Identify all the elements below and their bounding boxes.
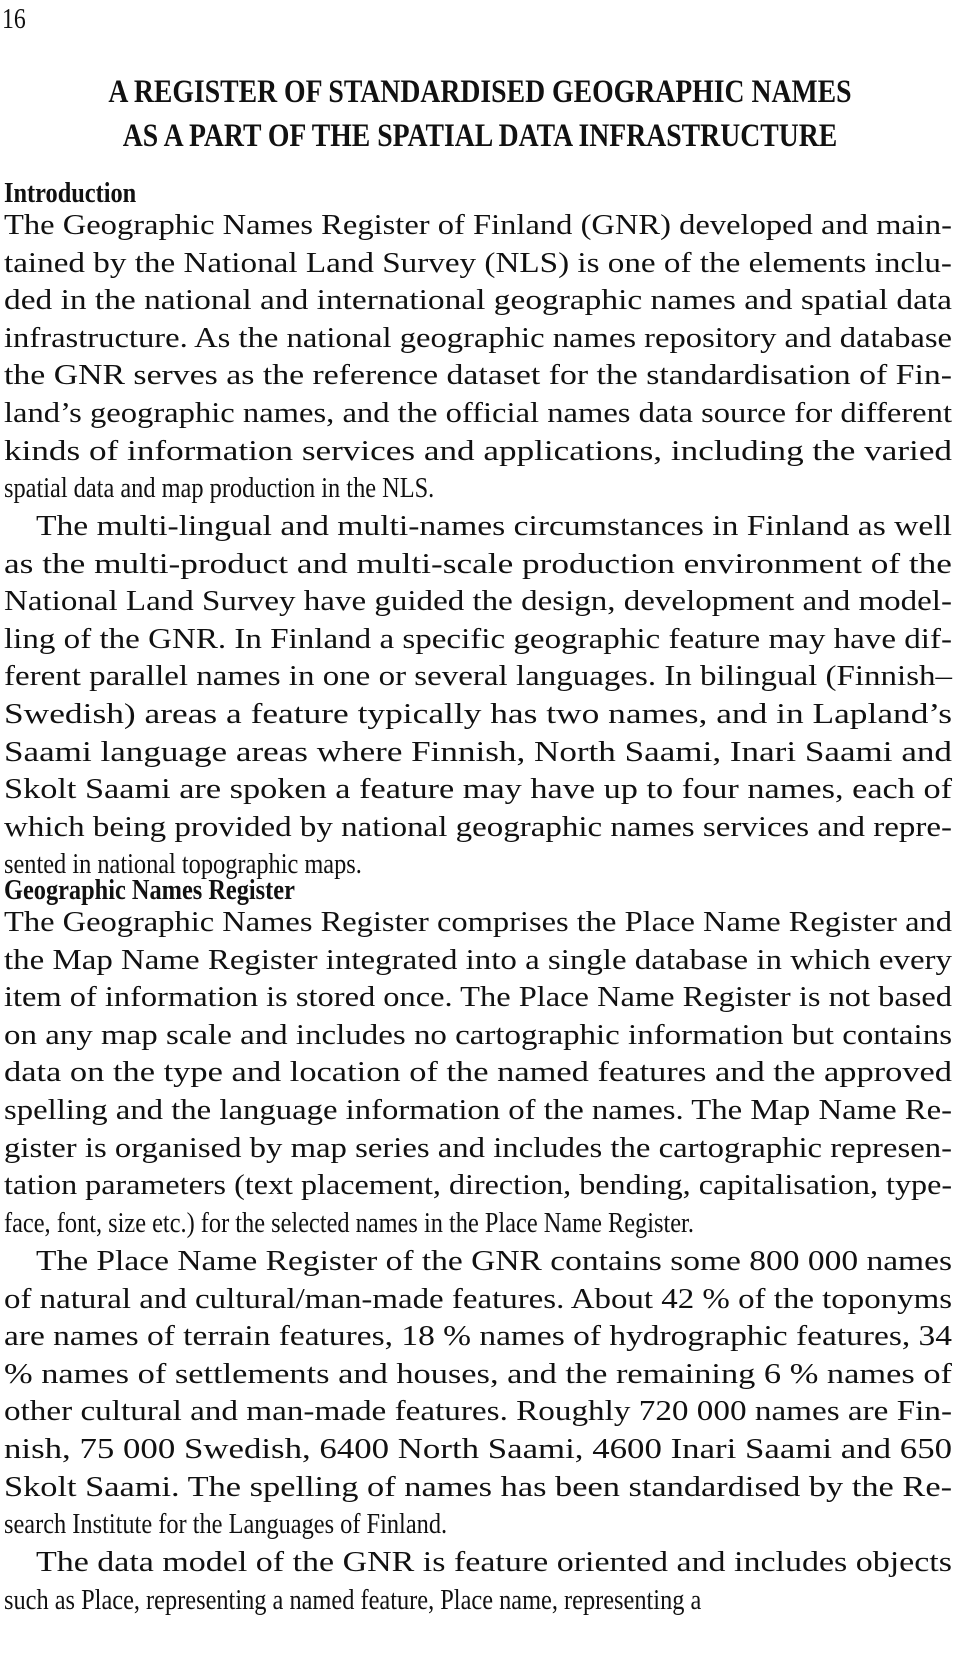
text-line-content: are names of terrain features, 18 % name…	[4, 1320, 952, 1353]
text-line: are names of terrain features, 18 % name…	[4, 1318, 952, 1356]
text-line-content: as the multi-product and multi-scale pro…	[4, 547, 952, 580]
text-line: infrastructure. As the national geograph…	[4, 320, 952, 358]
page-number: 16	[2, 3, 26, 35]
text-line: The Geographic Names Register of Finland…	[4, 207, 952, 245]
text-line: The Place Name Register of the GNR conta…	[4, 1243, 952, 1281]
text-line-content: The Geographic Names Register comprises …	[4, 906, 953, 938]
text-line: The Geographic Names Register comprises …	[4, 904, 952, 942]
text-line-content: The multi-lingual and multi-names circum…	[36, 510, 952, 542]
text-line: the GNR serves as the reference dataset …	[4, 357, 952, 395]
section-heading-geographic-names-register: Geographic Names Register	[4, 874, 295, 906]
text-line: ferent parallel names in one or several …	[4, 658, 952, 696]
text-line: such as Place, representing a named feat…	[4, 1582, 952, 1620]
document-title: A REGISTER OF STANDARDISED GEOGRAPHIC NA…	[0, 70, 960, 158]
text-line: face, font, size etc.) for the selected …	[4, 1205, 952, 1243]
text-line-content: Skolt Saami are spoken a feature may hav…	[4, 773, 953, 806]
text-line-content: of natural and cultural/man-made feature…	[4, 1282, 953, 1315]
text-line-content: search Institute for the Languages of Fi…	[4, 1508, 448, 1541]
text-line-content: The Place Name Register of the GNR conta…	[36, 1245, 953, 1277]
text-line: National Land Survey have guided the des…	[4, 583, 952, 621]
text-line-content: face, font, size etc.) for the selected …	[4, 1206, 694, 1239]
paragraph: The data model of the GNR is feature ori…	[4, 1544, 952, 1619]
text-line: Skolt Saami are spoken a feature may hav…	[4, 771, 952, 809]
text-line: land’s geographic names, and the officia…	[4, 395, 952, 433]
text-line-content: such as Place, representing a named feat…	[4, 1583, 702, 1616]
text-line: tained by the National Land Survey (NLS)…	[4, 245, 952, 283]
text-line-content: ded in the national and international ge…	[4, 284, 953, 317]
text-line: kinds of information services and applic…	[4, 433, 952, 471]
text-line-content: The Geographic Names Register of Finland…	[4, 209, 953, 241]
text-line: The multi-lingual and multi-names circum…	[4, 508, 952, 546]
text-line-content: tained by the National Land Survey (NLS)…	[4, 246, 952, 279]
text-line: as the multi-product and multi-scale pro…	[4, 546, 952, 584]
text-line-content: Skolt Saami. The spelling of names has b…	[4, 1470, 953, 1503]
text-line: item of information is stored once. The …	[4, 979, 952, 1017]
text-line: ling of the GNR. In Finland a specific g…	[4, 621, 952, 659]
text-line: of natural and cultural/man-made feature…	[4, 1281, 952, 1319]
text-line: spatial data and map production in the N…	[4, 470, 952, 508]
text-line-content: The data model of the GNR is feature ori…	[36, 1546, 952, 1578]
paragraph: The Geographic Names Register of Finland…	[4, 207, 952, 508]
text-line-content: infrastructure. As the national geograph…	[4, 321, 953, 354]
text-line: search Institute for the Languages of Fi…	[4, 1506, 952, 1544]
text-line-content: which being provided by national geograp…	[4, 810, 952, 843]
text-line-content: the Map Name Register integrated into a …	[4, 943, 952, 976]
title-line: AS A PART OF THE SPATIAL DATA INFRASTRUC…	[122, 118, 838, 154]
text-line: data on the type and location of the nam…	[4, 1054, 952, 1092]
paragraph: The Place Name Register of the GNR conta…	[4, 1243, 952, 1544]
text-line-content: item of information is stored once. The …	[4, 981, 953, 1014]
text-line-content: National Land Survey have guided the des…	[4, 585, 952, 618]
text-line-content: spatial data and map production in the N…	[4, 472, 435, 505]
text-line: The data model of the GNR is feature ori…	[4, 1544, 952, 1582]
text-line-content: on any map scale and includes no cartogr…	[4, 1018, 953, 1051]
text-line: ded in the national and international ge…	[4, 282, 952, 320]
text-line: % names of settlements and houses, and t…	[4, 1356, 952, 1394]
paragraph: The multi-lingual and multi-names circum…	[4, 508, 952, 884]
text-line: gister is organised by map series and in…	[4, 1130, 952, 1168]
text-line: tation parameters (text placement, direc…	[4, 1167, 952, 1205]
text-line-content: the GNR serves as the reference dataset …	[4, 359, 952, 392]
text-line-content: Swedish) areas a feature typically has t…	[4, 697, 952, 730]
text-line: Skolt Saami. The spelling of names has b…	[4, 1469, 952, 1507]
text-line-content: ling of the GNR. In Finland a specific g…	[4, 622, 952, 655]
text-line-content: gister is organised by map series and in…	[4, 1131, 952, 1164]
text-line-content: ferent parallel names in one or several …	[4, 660, 953, 693]
text-line-content: data on the type and location of the nam…	[4, 1056, 953, 1089]
text-line-content: kinds of information services and applic…	[4, 434, 953, 467]
text-line: spelling and the language information of…	[4, 1092, 952, 1130]
text-line-content: nish, 75 000 Swedish, 6400 North Saami, …	[4, 1432, 953, 1465]
title-line: A REGISTER OF STANDARDISED GEOGRAPHIC NA…	[108, 74, 852, 110]
text-line: which being provided by national geograp…	[4, 809, 952, 847]
paragraph: The Geographic Names Register comprises …	[4, 904, 952, 1242]
section-heading-introduction: Introduction	[4, 177, 137, 209]
document-page: 16 A REGISTER OF STANDARDISED GEOGRAPHIC…	[0, 0, 960, 1680]
text-line-content: Saami language areas where Finnish, Nort…	[4, 735, 952, 768]
text-line: the Map Name Register integrated into a …	[4, 942, 952, 980]
text-line: Saami language areas where Finnish, Nort…	[4, 734, 952, 772]
text-line-content: other cultural and man-made features. Ro…	[4, 1395, 953, 1428]
text-line-content: spelling and the language information of…	[4, 1093, 953, 1126]
text-line: other cultural and man-made features. Ro…	[4, 1393, 952, 1431]
text-line: Swedish) areas a feature typically has t…	[4, 696, 952, 734]
text-line: on any map scale and includes no cartogr…	[4, 1017, 952, 1055]
text-line-content: % names of settlements and houses, and t…	[4, 1357, 952, 1390]
text-line: nish, 75 000 Swedish, 6400 North Saami, …	[4, 1431, 952, 1469]
text-line-content: tation parameters (text placement, direc…	[4, 1169, 953, 1202]
text-line-content: land’s geographic names, and the officia…	[4, 396, 952, 429]
